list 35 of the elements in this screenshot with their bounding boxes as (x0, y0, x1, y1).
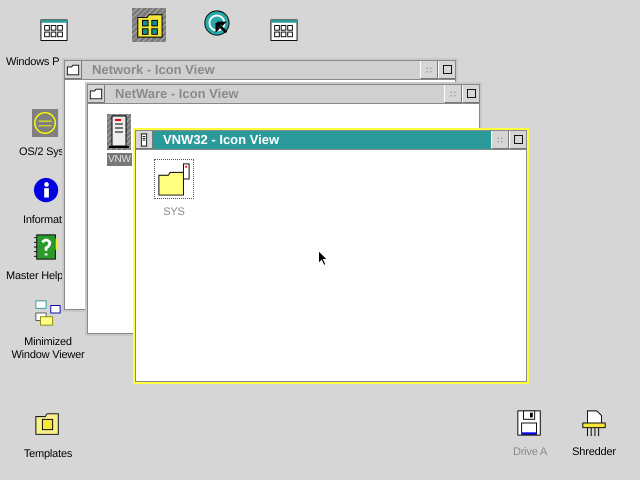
mouse-pointer-icon (318, 250, 328, 266)
icon-label: Shredder (571, 446, 617, 459)
maximize-icon (514, 135, 522, 144)
help-book-icon[interactable] (33, 232, 61, 262)
minimize-button[interactable] (491, 130, 509, 149)
system-menu-button[interactable] (64, 60, 82, 79)
minimize-button[interactable] (420, 60, 438, 79)
network-folder-icon[interactable] (132, 8, 166, 42)
icon-label: SYS (162, 206, 186, 219)
maximize-button[interactable] (462, 84, 480, 103)
folder-icon (66, 62, 80, 76)
window-title: NetWare - Icon View (114, 85, 240, 103)
maximize-button[interactable] (438, 60, 456, 79)
maximize-icon (466, 89, 476, 98)
minimize-icon (450, 90, 456, 96)
window-title: VNW32 - Icon View (162, 131, 280, 149)
minimize-icon (426, 66, 432, 72)
minimize-icon (497, 136, 503, 142)
icon-label: Templates (22, 448, 74, 461)
maximize-button[interactable] (509, 130, 527, 149)
icon-label: Minimized Window Viewer (10, 336, 86, 362)
windows-icon[interactable] (34, 298, 62, 328)
shredder-icon[interactable] (580, 408, 608, 438)
system-menu-button[interactable] (87, 84, 105, 103)
window-title: Network - Icon View (91, 61, 216, 79)
maximize-icon (442, 65, 452, 74)
icon-label: VNW (107, 153, 132, 166)
server-icon[interactable] (107, 114, 131, 150)
system-menu-button[interactable] (135, 130, 153, 149)
minimize-button[interactable] (444, 84, 462, 103)
icon-label: Drive A (512, 446, 548, 459)
icon-label: Master Help (5, 270, 64, 283)
icon-label: Informat (22, 214, 63, 227)
icon-label: Windows P (5, 56, 60, 69)
folder-icon (89, 86, 103, 100)
